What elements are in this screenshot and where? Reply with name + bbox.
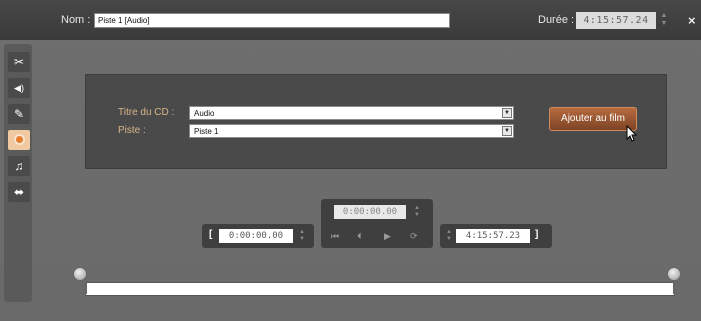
scissors-icon[interactable]: ✂	[8, 52, 30, 72]
cd-title-label: Titre du CD :	[118, 107, 175, 118]
chevron-down-icon[interactable]: ▼	[502, 126, 512, 136]
current-time-field[interactable]: 0:00:00.00	[334, 205, 406, 219]
name-input[interactable]: Piste 1 [Audio]	[94, 13, 450, 28]
plug-icon[interactable]: ⬌	[8, 182, 30, 202]
cd-title-value: Audio	[194, 109, 215, 118]
step-back-icon[interactable]: ⏴	[357, 231, 362, 242]
in-bracket-icon[interactable]: [	[209, 229, 212, 240]
name-label: Nom :	[61, 14, 91, 26]
in-time-field[interactable]: 0:00:00.00	[219, 229, 293, 243]
add-to-movie-button[interactable]: Ajouter au film	[549, 107, 637, 131]
cd-audio-editor: Nom : Piste 1 [Audio] Durée : 4:15:57.24…	[0, 0, 701, 321]
in-handle-stem	[85, 278, 87, 294]
duration-field[interactable]: 4:15:57.24	[576, 12, 656, 29]
current-time-spinner-icon[interactable]: ▲ ▼	[413, 205, 421, 219]
title-bar: Nom : Piste 1 [Audio] Durée : 4:15:57.24…	[0, 0, 701, 40]
in-trim-handle[interactable]	[73, 267, 87, 281]
speaker-icon[interactable]: ◀)	[8, 78, 30, 98]
out-bracket-icon[interactable]: ]	[535, 229, 538, 240]
duration-label: Durée :	[538, 14, 575, 26]
out-time-field[interactable]: 4:15:57.23	[456, 229, 530, 243]
music-note-icon[interactable]: ♫	[8, 156, 30, 176]
cd-title-select[interactable]: Audio ▼	[189, 106, 514, 120]
go-to-start-icon[interactable]: ⏮	[331, 231, 339, 242]
track-value: Piste 1	[194, 127, 219, 136]
disc-icon[interactable]	[8, 130, 30, 150]
mouse-cursor-icon	[626, 125, 638, 142]
in-time-spinner-icon[interactable]: ▲ ▼	[298, 229, 306, 243]
track-select[interactable]: Piste 1 ▼	[189, 124, 514, 138]
duration-spinner-icon[interactable]: ▲ ▼	[660, 12, 668, 29]
chevron-down-icon[interactable]: ▼	[502, 108, 512, 118]
brush-icon[interactable]: ✎	[8, 104, 30, 124]
loop-icon[interactable]: ⟳	[410, 231, 418, 242]
play-icon[interactable]: ▶	[384, 231, 391, 242]
close-icon[interactable]: ×	[688, 14, 696, 27]
out-trim-handle[interactable]	[667, 267, 681, 281]
out-time-spinner-icon[interactable]: ▲ ▼	[445, 229, 453, 243]
trim-timeline[interactable]	[85, 282, 675, 296]
track-label: Piste :	[118, 125, 146, 136]
tool-sidebar: ✂ ◀) ✎ ♫ ⬌	[4, 44, 32, 302]
